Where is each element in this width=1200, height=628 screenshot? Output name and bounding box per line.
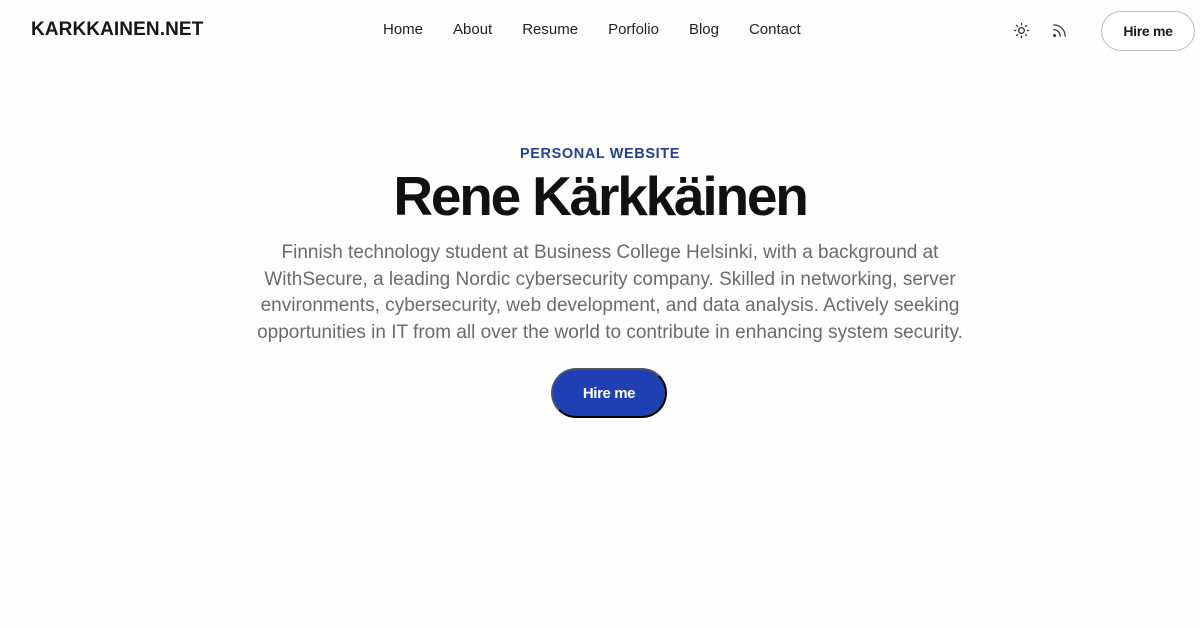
hero-eyebrow: PERSONAL WEBSITE [520,146,680,162]
sun-icon [1013,22,1029,38]
hero-description: Finnish technology student at Business C… [257,242,963,343]
nav-about[interactable]: About [453,21,492,38]
nav-portfolio[interactable]: Porfolio [608,21,659,38]
nav-contact[interactable]: Contact [749,21,801,38]
rss-icon [1052,23,1066,37]
nav-blog[interactable]: Blog [689,21,719,38]
main-nav: Home About Resume Porfolio Blog Contact [383,21,801,38]
theme-toggle-button[interactable] [1012,21,1030,39]
hire-me-header-button[interactable]: Hire me [1101,11,1195,51]
nav-home[interactable]: Home [383,21,423,38]
rss-feed-button[interactable] [1050,21,1068,39]
nav-resume[interactable]: Resume [522,21,578,38]
site-header: KARKKAINEN.NET Home About Resume Porfoli… [0,0,1200,62]
hire-me-cta-button[interactable]: Hire me [551,368,667,418]
hero-title: Rene Kärkkäinen [393,165,809,227]
site-logo[interactable]: KARKKAINEN.NET [31,19,203,41]
